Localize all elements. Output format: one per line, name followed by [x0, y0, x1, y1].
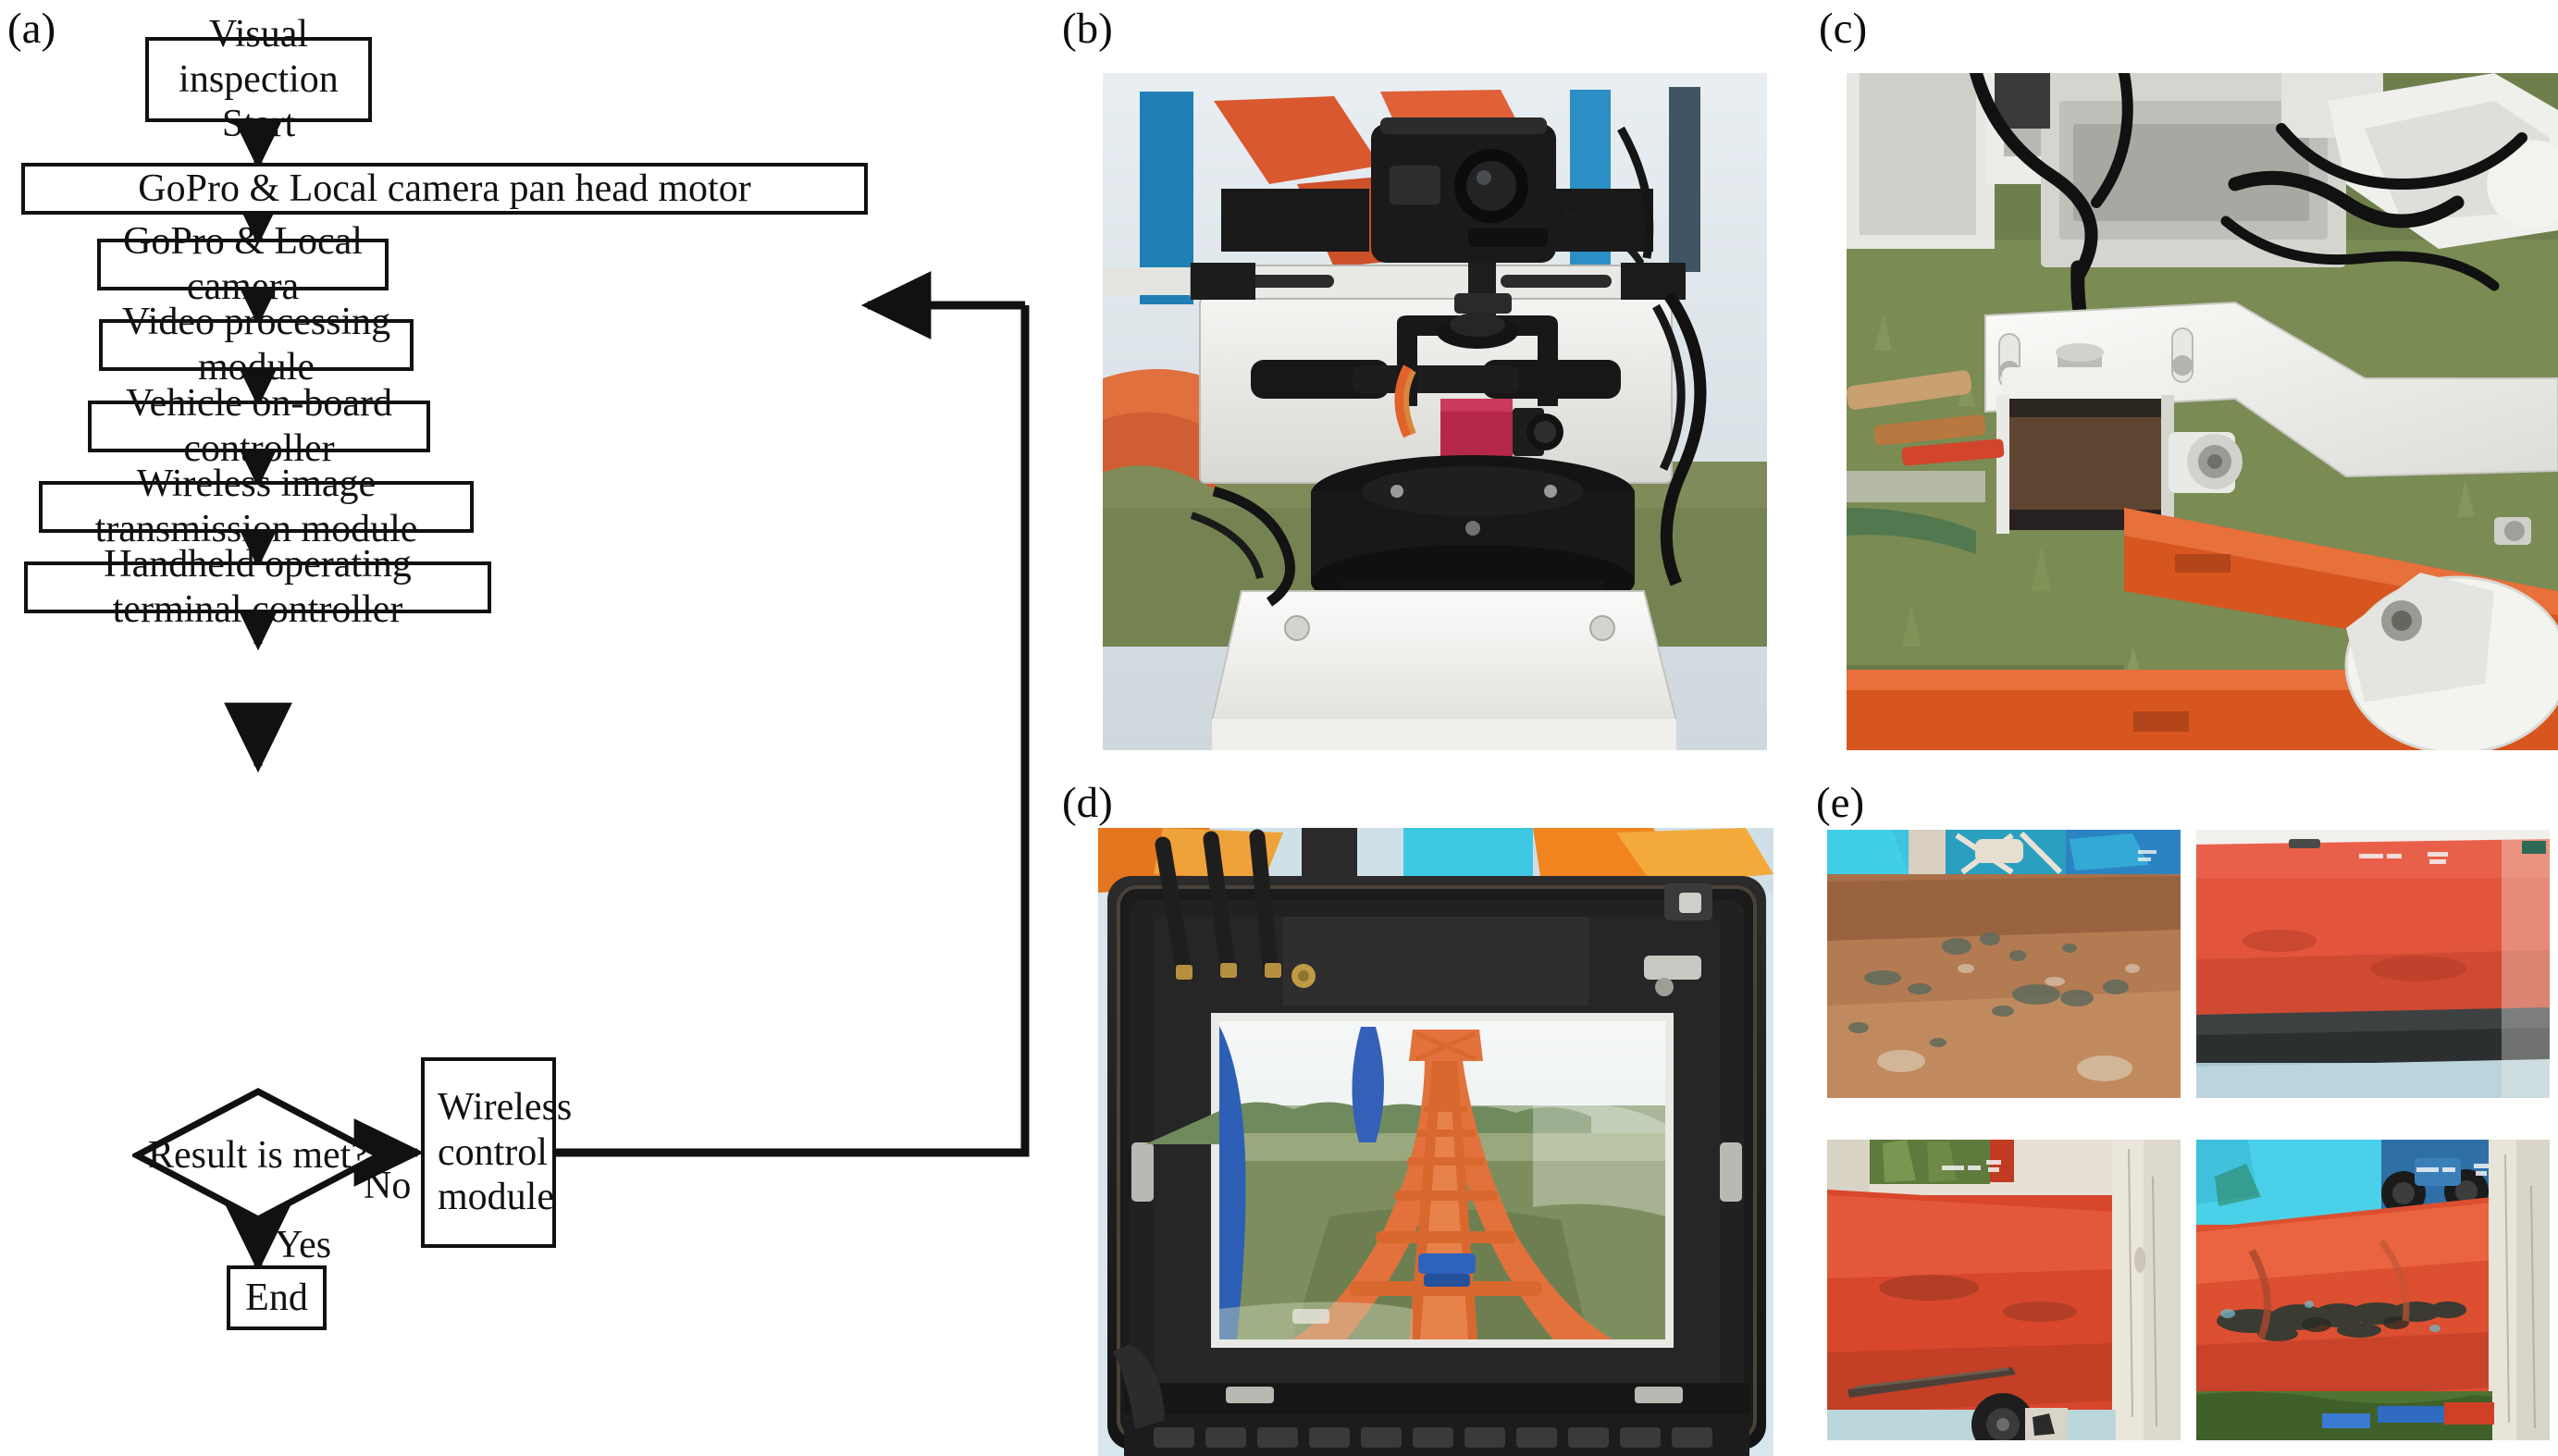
panel-label-c: (c): [1819, 5, 1868, 53]
flow-node-wireless-control-module: Wireless control module: [421, 1057, 572, 1248]
panel-e-image-1: [1827, 830, 2181, 1098]
panel-e-photo-4: [2196, 1140, 2550, 1440]
flow-node-cameras-label: GoPro & Local camera: [123, 220, 363, 308]
edge-label-no: No: [364, 1165, 412, 1207]
flow-node-end: End: [227, 1265, 327, 1330]
flow-node-cameras: GoPro & Local camera: [97, 220, 389, 308]
flow-node-start-label: Visual inspection Start: [179, 12, 339, 146]
panel-a-flowchart: (a) Visual inspection Start GoPro & Loca…: [0, 0, 1055, 1456]
panel-b-photo: [1103, 73, 1767, 750]
flow-node-video-processing: Video processing module: [99, 301, 414, 389]
panel-e-photo-3: [1827, 1140, 2181, 1440]
panel-e-image-2: [2196, 830, 2550, 1098]
edge-label-yes: Yes: [275, 1224, 332, 1266]
panel-e-image-3: [1827, 1140, 2181, 1440]
flow-node-onboard-controller-label: Vehicle on-board controller: [125, 382, 393, 470]
panel-d-photo: [1098, 828, 1773, 1456]
flow-node-handheld-controller-label: Handheld operating terminal controller: [104, 543, 412, 631]
flow-node-decision-label: Result is met?: [148, 1134, 368, 1177]
flow-node-pan-head-motor-label: GoPro & Local camera pan head motor: [138, 167, 751, 210]
panel-b-image: [1103, 73, 1767, 750]
flow-node-handheld-controller: Handheld operating terminal controller: [24, 543, 491, 631]
panel-e-image-4: [2196, 1140, 2550, 1440]
panel-label-e: (e): [1816, 779, 1865, 827]
panel-e-photo-2: [2196, 830, 2550, 1098]
figure-root: (a) Visual inspection Start GoPro & Loca…: [0, 0, 2558, 1456]
panel-label-d: (d): [1062, 779, 1113, 827]
flow-node-wireless-control-module-label: Wireless control module: [438, 1085, 573, 1219]
flow-node-wireless-image-transmission-label: Wireless image transmission module: [94, 463, 418, 550]
panel-c-photo: [1847, 73, 2558, 750]
flow-node-video-processing-label: Video processing module: [121, 301, 391, 389]
flow-node-start: Visual inspection Start: [145, 13, 372, 145]
flow-node-decision: Result is met?: [132, 1087, 384, 1224]
flow-node-wireless-image-transmission: Wireless image transmission module: [39, 463, 474, 550]
flow-node-onboard-controller: Vehicle on-board controller: [88, 382, 430, 470]
panel-c-image: [1847, 73, 2558, 750]
panel-label-b: (b): [1062, 5, 1113, 53]
panel-e-photo-1: [1827, 830, 2181, 1098]
flow-node-end-label: End: [245, 1276, 308, 1319]
flow-node-pan-head-motor: GoPro & Local camera pan head motor: [21, 163, 868, 215]
panel-d-image: [1098, 828, 1773, 1456]
